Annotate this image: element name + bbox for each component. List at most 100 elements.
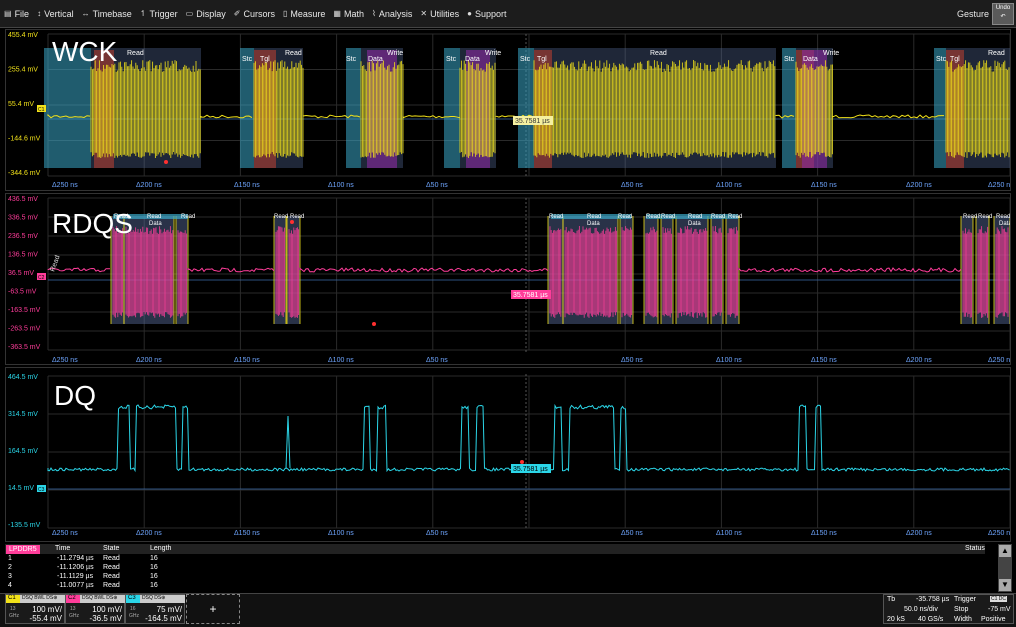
channel-descriptor-c3[interactable]: C3 DSQ DS⊕ 16 GHz 75 mV/-164.5 mV <box>125 594 185 624</box>
menu-vertical[interactable]: ↕ Vertical <box>33 0 78 27</box>
oscilloscope-app: { "menu": { "items": [ {"icon": "file-ic… <box>0 0 1016 627</box>
x-axis-label: Δ200 ns <box>906 357 932 364</box>
menu-label: Cursors <box>243 8 275 19</box>
rdqs-channel-title: RDQS <box>52 208 133 239</box>
decode-label: Read <box>996 214 1010 220</box>
channel-mode: DSQ BWL DS⊕ <box>80 595 125 603</box>
decode-label: Data <box>803 56 818 63</box>
x-axis-label: Δ100 ns <box>716 357 742 364</box>
measure-icon: ▯ <box>282 9 288 18</box>
timebase-trigger-box[interactable]: Tb -35.758 µs Trigger C1 DC 50.0 ns/div … <box>883 594 1014 624</box>
row-index[interactable]: 4 <box>8 582 12 589</box>
y-axis-label: 314.5 mV <box>8 411 38 418</box>
column-header-length[interactable]: Length <box>150 545 171 552</box>
menu-measure[interactable]: ▯ Measure <box>279 0 329 27</box>
scroll-down-icon[interactable]: ▼ <box>999 579 1011 591</box>
row-time[interactable]: -11.2794 µs <box>57 555 94 562</box>
row-index[interactable]: 3 <box>8 573 12 580</box>
channel-descriptor-c2[interactable]: C2 DSQ BWL DS⊕ 13 GHz 100 mV/-36.5 mV <box>65 594 125 624</box>
channel-descriptor-c1[interactable]: C1 DSQ BWL DS⊕ 13 GHz 100 mV/-55.4 mV <box>5 594 65 624</box>
row-length[interactable]: 16 <box>150 555 158 562</box>
decode-table-scrollbar[interactable]: ▲ ▼ <box>998 544 1012 592</box>
row-index[interactable]: 2 <box>8 564 12 571</box>
menu-math[interactable]: ▦ Math <box>329 0 368 27</box>
column-header-state[interactable]: State <box>103 545 119 552</box>
menu-timebase[interactable]: ↔ Timebase <box>78 0 136 27</box>
menu-analysis[interactable]: ⌇ Analysis <box>368 0 416 27</box>
menu-label: Display <box>196 8 226 19</box>
menu-display[interactable]: ▭ Display <box>182 0 230 27</box>
utilities-icon: ✕ <box>420 9 428 18</box>
channel-offset: -164.5 mV <box>145 614 182 623</box>
channel-scale: 100 mV/ <box>32 605 62 614</box>
menu-cursors[interactable]: ✐ Cursors <box>230 0 279 27</box>
row-state[interactable]: Read <box>103 555 120 562</box>
row-time[interactable]: -11.1129 µs <box>57 573 93 580</box>
graticule <box>47 197 1010 351</box>
row-length[interactable]: 16 <box>150 564 158 571</box>
column-header-time[interactable]: Time <box>55 545 70 552</box>
channel-marker-label: C3 <box>38 487 45 493</box>
cursor-readout: 35.7581 µs <box>513 466 548 473</box>
timebase-div: 50.0 ns/div <box>904 606 938 613</box>
gesture-label: Gesture <box>956 8 989 19</box>
row-length[interactable]: 16 <box>150 582 158 589</box>
x-axis-label: Δ100 ns <box>328 357 354 364</box>
row-state[interactable]: Read <box>103 573 120 580</box>
decode-table[interactable]: LPDDR5 Time State Length Status 1 -11.279… <box>5 544 985 592</box>
dq-waveform-panel[interactable]: 464.5 mV 314.5 mV 164.5 mV 14.5 mV -135.5 mV… <box>5 367 1011 542</box>
x-axis-label: Δ100 ns <box>716 182 742 189</box>
decode-label: Data <box>688 221 701 227</box>
graticule <box>47 375 1010 529</box>
x-axis-label: Δ50 ns <box>621 357 643 364</box>
add-channel-button[interactable]: + <box>186 594 240 624</box>
x-axis-label: Δ100 ns <box>328 182 354 189</box>
side-label: Read <box>49 254 61 272</box>
sample-count: 20 kS <box>887 616 905 623</box>
channel-id-badge: C2 <box>66 595 80 603</box>
decode-label: Read <box>549 214 563 220</box>
decode-segment-stc <box>444 48 460 168</box>
row-time[interactable]: -11.1206 µs <box>57 564 94 571</box>
decode-label: Write <box>387 50 403 57</box>
column-header-status[interactable]: Status <box>965 545 985 552</box>
menu-label: Analysis <box>378 8 413 19</box>
wck-waveform-panel[interactable]: 455.4 mV 255.4 mV 55.4 mV -144.6 mV -344.6 m… <box>5 29 1011 191</box>
bottom-status-bar: C1 DSQ BWL DS⊕ 13 GHz 100 mV/-55.4 mV C2 DSQ B… <box>0 593 1016 627</box>
x-axis-label: Δ150 ns <box>811 182 837 189</box>
x-axis-label: Δ250 ns <box>52 530 78 537</box>
decode-table-title[interactable]: LPDDR5 <box>6 545 40 554</box>
y-axis-label: -344.6 mV <box>8 170 41 177</box>
cursors-icon: ✐ <box>233 9 241 18</box>
dq-waveform-canvas: 464.5 mV 314.5 mV 164.5 mV 14.5 mV -135.5 mV… <box>8 374 1010 537</box>
channel-marker-label: C2 <box>38 275 45 281</box>
row-state[interactable]: Read <box>103 582 120 589</box>
cursor-readout: 35.7581 µs <box>513 292 548 299</box>
row-length[interactable]: 16 <box>150 573 158 580</box>
decode-label: Write <box>485 50 501 57</box>
trigger-marker <box>164 160 168 164</box>
y-axis-label: -63.5 mV <box>8 289 37 296</box>
x-axis-label: Δ200 ns <box>906 530 932 537</box>
row-state[interactable]: Read <box>103 564 120 571</box>
y-axis-label: 455.4 mV <box>8 32 38 39</box>
channel-id-badge: C1 <box>6 595 20 603</box>
scroll-up-icon[interactable]: ▲ <box>999 545 1011 557</box>
decode-label: Data <box>999 221 1011 227</box>
menu-label: Utilities <box>430 8 460 19</box>
menu-file[interactable]: ▤ File <box>0 0 33 27</box>
x-axis-label: Δ200 ns <box>136 530 162 537</box>
row-index[interactable]: 1 <box>8 555 12 562</box>
row-time[interactable]: -11.0077 µs <box>57 582 94 589</box>
trigger-mode: Stop <box>954 606 969 613</box>
menu-utilities[interactable]: ✕ Utilities <box>416 0 463 27</box>
menu-trigger[interactable]: ↿ Trigger <box>136 0 182 27</box>
channel-mode: DSQ BWL DS⊕ <box>20 595 65 603</box>
dq-glitch <box>285 415 291 469</box>
undo-button[interactable]: Undo ↶ <box>992 2 1014 25</box>
y-axis-label: 136.5 mV <box>8 252 38 259</box>
rdqs-waveform-panel[interactable]: 436.5 mV 336.5 mV 236.5 mV 136.5 mV 36.5 mV -… <box>5 193 1011 365</box>
y-axis-label: -363.5 mV <box>8 344 41 351</box>
menu-support[interactable]: ● Support <box>463 0 510 27</box>
undo-icon: ↶ <box>1000 13 1006 20</box>
